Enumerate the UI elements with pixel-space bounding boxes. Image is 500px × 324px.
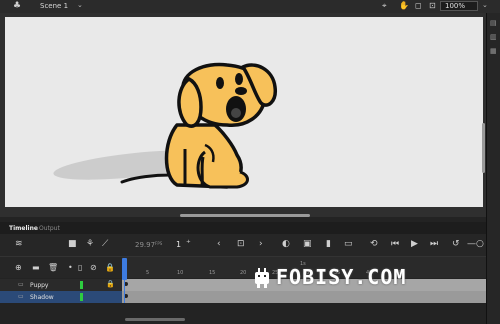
loop-icon[interactable]: ⟲ (370, 239, 378, 249)
hand-icon[interactable]: ✋ (399, 1, 409, 10)
lock-all-icon[interactable]: 🔒 (105, 263, 115, 272)
horizontal-scrollbar[interactable] (180, 214, 310, 217)
play-icon[interactable]: ▶ (411, 239, 418, 249)
animate-app-window: ♣ Scene 1 ⌄ ⌖ ✋ ◻ ⊡ 100% ⌄ ▤ ▥ ▦ Timelin… (0, 0, 500, 324)
chevron-down-icon[interactable]: ⌄ (77, 1, 83, 9)
onion-skin-icon[interactable]: ◐ (282, 239, 290, 249)
step-back-icon[interactable]: ⏮ (391, 239, 399, 249)
layer-name[interactable]: Shadow (30, 294, 54, 301)
insert-keyframe-icon[interactable]: ▮ (326, 239, 331, 249)
fit-icon[interactable]: ⊡ (429, 1, 436, 10)
panel-icon[interactable]: ▥ (490, 33, 497, 41)
layer-icon: ▭ (18, 281, 24, 288)
tween-icon[interactable]: ▭ (344, 239, 353, 249)
zoom-input[interactable]: 100% (440, 1, 478, 11)
snap-icon[interactable]: ⌖ (382, 1, 387, 11)
layer-row-shadow[interactable]: ▭ Shadow (0, 291, 122, 303)
club-icon[interactable]: ♣ (13, 1, 21, 11)
zoom-chevron-icon[interactable]: ⌄ (482, 1, 488, 9)
clip-icon[interactable]: ◻ (415, 1, 422, 10)
layer-name[interactable]: Puppy (30, 282, 48, 289)
dot-icon[interactable]: • (68, 263, 73, 272)
puppy-artwork[interactable] (5, 17, 483, 207)
prev-keyframe-icon[interactable]: ‹ (217, 239, 221, 249)
delete-layer-icon[interactable]: 🗑 (48, 263, 58, 272)
loop-playback-icon[interactable]: ↺ (452, 239, 460, 249)
hide-icon[interactable]: ⊘ (90, 263, 97, 272)
panel-icon[interactable]: ▤ (490, 19, 497, 27)
step-forward-icon[interactable]: ⏭ (430, 239, 438, 249)
right-panel-strip: ▤ ▥ ▦ (486, 13, 500, 324)
layers-header: ⊕ ▬ 🗑 • ▯ ⊘ 🔒 (0, 256, 122, 278)
fps-unit: FPS (155, 241, 163, 246)
timeline-scrollbar[interactable] (125, 318, 185, 321)
tab-output[interactable]: Output (39, 225, 60, 232)
zoom-slider-icon[interactable]: —○ (467, 239, 484, 249)
fps-value: 29.97 (135, 241, 156, 249)
watermark-text: FOBISY.COM (276, 265, 407, 289)
ruler-tick: 5 (146, 270, 150, 276)
outline-icon[interactable]: ▯ (78, 263, 82, 272)
camera-icon[interactable]: ■ (68, 239, 77, 249)
scene-selector[interactable]: Scene 1 (40, 2, 68, 10)
fps-display[interactable]: 29.97FPS (135, 241, 162, 249)
graph-icon[interactable]: ⟋ (102, 239, 108, 249)
frame-marker-icon: ⁺ (186, 239, 191, 249)
timeline-toolbar: ≋ ■ ⚘ ⟋ 29.97FPS 1 ⁺ ‹ ⊡ › ◐ ▣ ▮ ▭ ⟲ ⏮ ▶… (0, 234, 486, 256)
top-bar: ♣ Scene 1 ⌄ ⌖ ✋ ◻ ⊡ 100% ⌄ (0, 0, 500, 13)
center-frame-icon[interactable]: ⊡ (237, 239, 245, 249)
layer-row-puppy[interactable]: ▭ Puppy 🔒 (0, 279, 122, 291)
parenting-icon[interactable]: ⚘ (86, 239, 94, 249)
tab-timeline[interactable]: Timeline (9, 225, 38, 232)
playhead-handle[interactable] (122, 258, 127, 280)
panel-icon[interactable]: ▦ (490, 47, 497, 55)
ruler-tick: 15 (209, 270, 216, 276)
next-keyframe-icon[interactable]: › (259, 239, 263, 249)
layer-color-swatch[interactable] (80, 293, 83, 301)
vertical-scrollbar[interactable] (482, 123, 485, 173)
timeline-tabs: Timeline Output (0, 222, 486, 234)
edit-multiple-icon[interactable]: ▣ (303, 239, 312, 249)
canvas[interactable] (5, 17, 483, 207)
layer-icon: ▭ (18, 293, 24, 300)
current-frame[interactable]: 1 (176, 240, 181, 249)
timeline-bottom (0, 303, 486, 324)
layers-icon[interactable]: ≋ (15, 239, 23, 249)
add-layer-icon[interactable]: ⊕ (15, 263, 22, 272)
ruler-tick: 20 (240, 270, 247, 276)
stage-area (0, 13, 486, 217)
lock-icon[interactable]: 🔒 (106, 280, 115, 288)
folder-icon[interactable]: ▬ (32, 263, 40, 272)
layer-color-swatch[interactable] (80, 281, 83, 289)
frames-shadow[interactable] (122, 291, 486, 303)
ruler-tick: 10 (177, 270, 184, 276)
android-logo-icon (255, 268, 269, 288)
